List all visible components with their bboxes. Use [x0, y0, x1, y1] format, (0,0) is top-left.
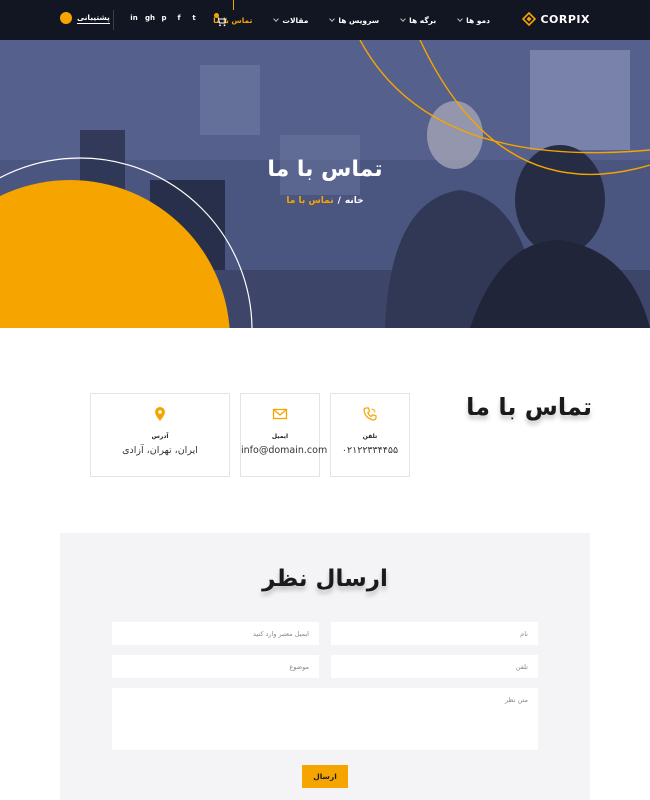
twitter-icon[interactable]: t [190, 14, 198, 22]
menu-item-label: مقالات [282, 15, 309, 25]
breadcrumb: خانه /تماس با ما [0, 196, 650, 206]
menu-item-articles[interactable]: مقالات [273, 0, 309, 40]
contact-card-phone: تلفن ۰۲۱۲۲۳۳۴۴۵۵ [330, 393, 410, 477]
chevron-down-icon [329, 15, 336, 22]
chevron-down-icon [457, 15, 464, 22]
menu-item-services[interactable]: سرویس ها [329, 0, 380, 40]
menu-item-demos[interactable]: دمو ها [457, 0, 490, 40]
menu-item-label: برگه ها [409, 15, 437, 25]
contact-card-address: آدرس ایران، تهران، آزادی [90, 393, 230, 477]
chevron-down-icon [400, 15, 406, 22]
form-title: ارسال نظر [262, 566, 388, 592]
menu-item-pages[interactable]: برگه ها [400, 0, 437, 40]
support-label: پشتیبانی [77, 12, 110, 24]
chevron-down-icon [273, 15, 280, 22]
hero-title: تماس با ما [267, 157, 383, 182]
message-textarea[interactable] [112, 688, 538, 750]
logo-text: CORPIX [540, 12, 590, 26]
breadcrumb-current: تماس با ما [286, 196, 334, 206]
subject-input[interactable] [112, 655, 319, 678]
hero-banner: تماس با ما خانه/تماس با ما [0, 40, 650, 328]
main-menu: دمو ها برگه ها سرویس ها مقالات تماس با م… [213, 0, 490, 40]
facebook-icon[interactable]: f [175, 14, 183, 22]
support-icon [60, 12, 72, 24]
mail-icon [272, 408, 288, 420]
phone-input[interactable] [331, 655, 538, 678]
pinterest-icon[interactable]: p [160, 14, 168, 22]
location-pin-icon [155, 407, 165, 421]
comment-form: ارسال نظر ارسال [60, 533, 590, 800]
name-input[interactable] [331, 622, 538, 645]
contact-section-title: تماس با ما [466, 393, 592, 421]
breadcrumb-separator: / [337, 196, 341, 206]
support-link[interactable]: پشتیبانی [60, 12, 110, 24]
logo-mark-icon [522, 12, 537, 26]
menu-item-label: سرویس ها [338, 15, 380, 25]
email-input[interactable] [112, 622, 319, 645]
card-value: ۰۲۱۲۲۳۳۴۴۵۵ [341, 445, 399, 456]
submit-button[interactable]: ارسال [302, 765, 348, 788]
breadcrumb-home[interactable]: خانه [345, 196, 364, 206]
nav-divider [113, 10, 114, 30]
cart-badge [214, 13, 219, 18]
hero-background-image [0, 40, 650, 328]
top-navbar: CORPIX دمو ها برگه ها سرویس ها مقالات تم… [0, 0, 650, 40]
card-label: تلفن [362, 433, 378, 440]
card-label: ایمیل [271, 433, 289, 440]
card-value: ایران، تهران، آزادی [122, 445, 198, 456]
linkedin-icon[interactable]: in [130, 14, 138, 22]
social-links: in gh p f t [130, 14, 198, 22]
card-label: آدرس [151, 433, 169, 440]
contact-card-email: ایمیل info@domain.com [240, 393, 327, 477]
card-value[interactable]: info@domain.com [241, 445, 327, 456]
phone-icon [363, 407, 377, 421]
github-icon[interactable]: gh [145, 14, 155, 22]
menu-item-label: دمو ها [466, 15, 490, 25]
logo[interactable]: CORPIX [522, 12, 590, 26]
